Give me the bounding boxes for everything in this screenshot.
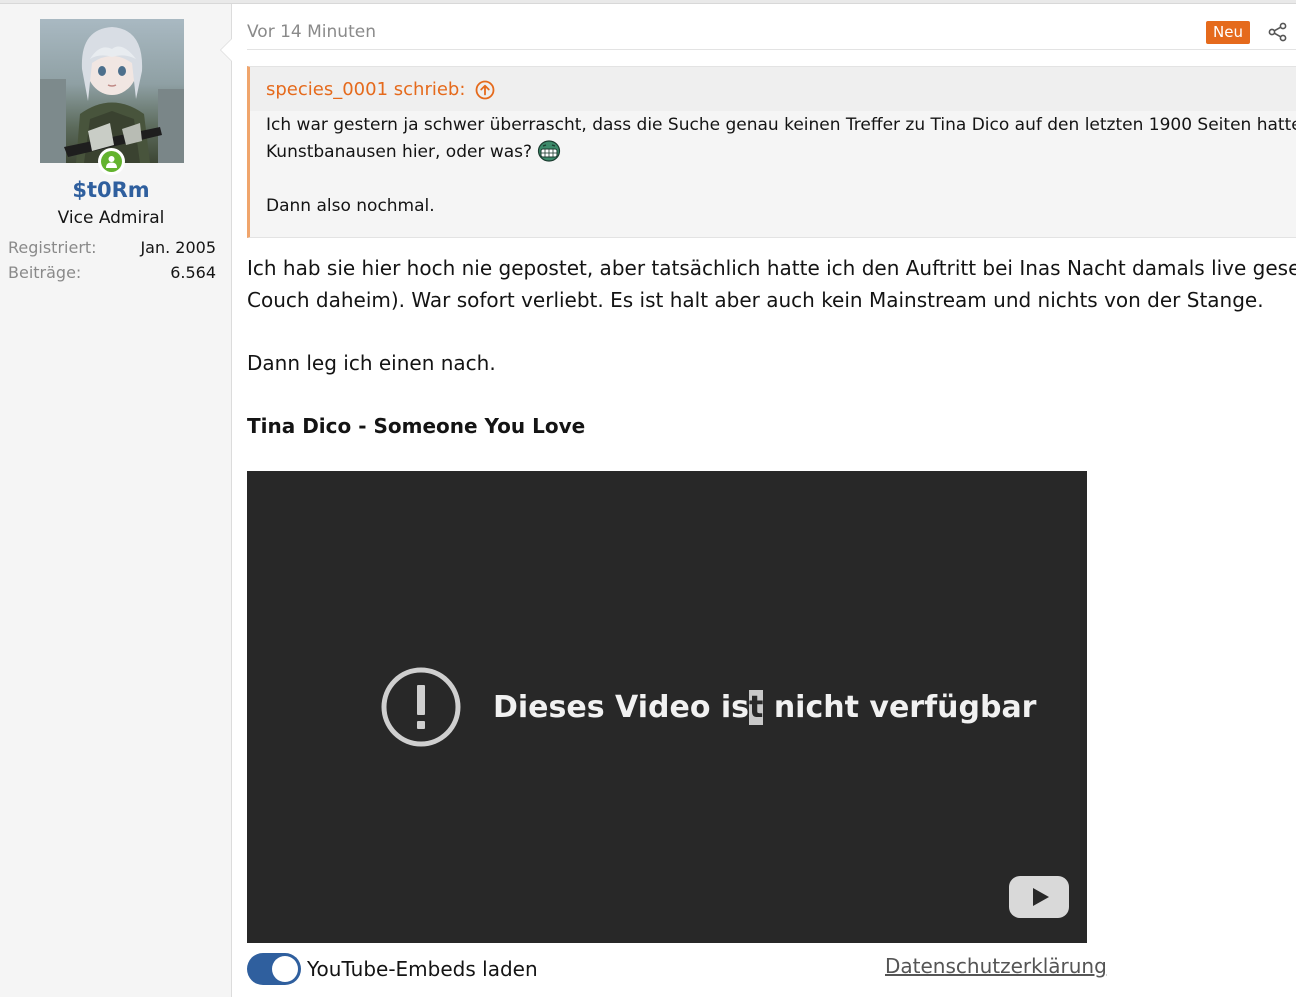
- youtube-embed[interactable]: Dieses Video ist nicht verfügbar: [247, 471, 1087, 943]
- sidebar-pointer: [220, 38, 232, 62]
- stat-value[interactable]: 6.564: [170, 263, 216, 282]
- quote-line-with-emoji: Kunstbanausen hier, oder was?: [266, 139, 1296, 166]
- user-sidebar: $t0Rm Vice Admiral Registriert: Jan. 200…: [0, 4, 232, 997]
- stat-value: Jan. 2005: [140, 238, 216, 257]
- user-online-icon: [98, 148, 125, 175]
- stat-label: Beiträge:: [8, 263, 82, 282]
- text-cursor-highlight: t: [749, 689, 764, 725]
- privacy-policy-link[interactable]: Datenschutzerklärung: [885, 954, 1107, 978]
- video-message-text: Dieses Video ist nicht verfügbar: [493, 689, 1037, 725]
- quote-header[interactable]: species_0001 schrieb:: [266, 79, 495, 100]
- youtube-embed-toggle[interactable]: [247, 953, 301, 985]
- user-title: Vice Admiral: [57, 208, 165, 228]
- header-divider: [247, 49, 1296, 50]
- share-icon[interactable]: [1268, 22, 1288, 42]
- body-line: Ich hab sie hier hoch nie gepostet, aber…: [247, 256, 1296, 280]
- video-unavailable-message: Dieses Video ist nicht verfügbar: [381, 667, 1036, 747]
- quote-content: Ich war gestern ja schwer überrascht, da…: [266, 112, 1296, 220]
- quote-line: Kunstbanausen hier, oder was?: [266, 142, 533, 162]
- quote-line: Ich war gestern ja schwer überrascht, da…: [266, 115, 1296, 135]
- toggle-knob: [272, 956, 298, 982]
- exclamation-circle-icon: [381, 667, 461, 747]
- stat-label: Registriert:: [8, 238, 97, 257]
- stat-registered: Registriert: Jan. 2005: [8, 238, 216, 257]
- arrow-up-circle-icon[interactable]: [475, 80, 495, 100]
- song-title: Tina Dico - Someone You Love: [247, 414, 586, 438]
- youtube-embed-toggle-label[interactable]: YouTube-Embeds laden: [307, 957, 538, 981]
- new-badge: Neu: [1206, 21, 1250, 44]
- body-line: Couch daheim). War sofort verliebt. Es i…: [247, 288, 1264, 312]
- post-body: Ich hab sie hier hoch nie gepostet, aber…: [247, 252, 1296, 442]
- youtube-logo-icon[interactable]: [1009, 876, 1069, 918]
- body-line: Dann leg ich einen nach.: [247, 351, 496, 375]
- quote-block: species_0001 schrieb: Ich war gestern ja…: [247, 66, 1296, 238]
- quote-line: Dann also nochmal.: [266, 196, 435, 216]
- username[interactable]: $t0Rm: [0, 178, 222, 202]
- quote-line: [266, 166, 1296, 193]
- anime-soldier-avatar-icon: [40, 27, 184, 163]
- grin-emoji-icon: [538, 140, 561, 162]
- post-timestamp[interactable]: Vor 14 Minuten: [247, 22, 376, 42]
- stat-posts: Beiträge: 6.564: [8, 263, 216, 282]
- avatar[interactable]: [40, 19, 184, 163]
- quote-author[interactable]: species_0001 schrieb:: [266, 79, 465, 100]
